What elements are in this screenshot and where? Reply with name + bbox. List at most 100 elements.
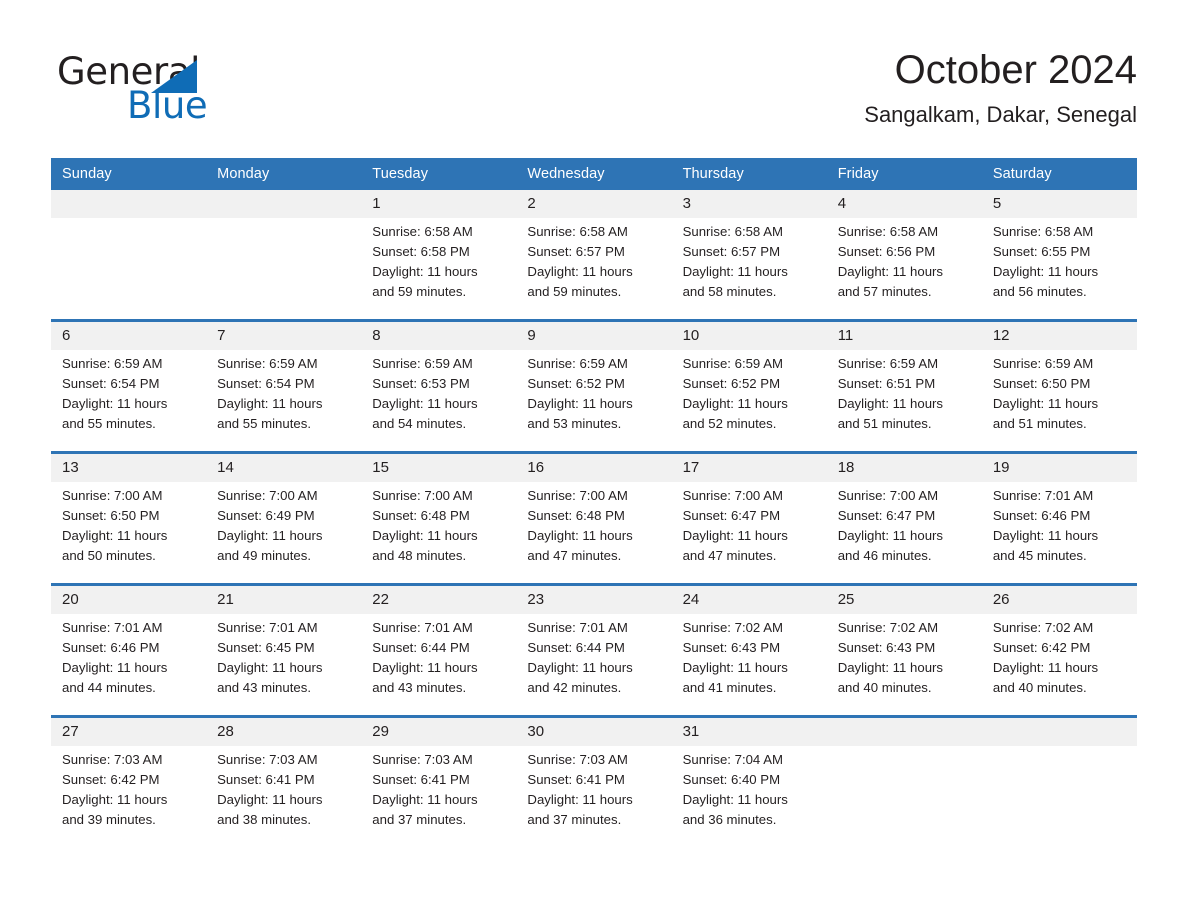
- sunset-text: Sunset: 6:58 PM: [372, 244, 470, 260]
- sunrise-text: Sunrise: 7:03 AM: [527, 752, 628, 767]
- day-number[interactable]: 30: [516, 718, 672, 746]
- daylight-text-line1: Daylight: 11 hours: [372, 792, 478, 808]
- day-cell[interactable]: Sunrise: 7:00 AM Sunset: 6:50 PM Dayligh…: [51, 482, 207, 583]
- day-cell[interactable]: Sunrise: 6:58 AM Sunset: 6:57 PM Dayligh…: [671, 218, 827, 319]
- day-cell[interactable]: Sunrise: 7:03 AM Sunset: 6:42 PM Dayligh…: [51, 746, 207, 847]
- day-cell[interactable]: Sunrise: 7:03 AM Sunset: 6:41 PM Dayligh…: [206, 746, 362, 847]
- day-number[interactable]: 29: [361, 718, 517, 746]
- day-number[interactable]: 17: [671, 454, 827, 482]
- weekday-header-row: Sunday Monday Tuesday Wednesday Thursday…: [51, 158, 1137, 190]
- day-cell[interactable]: Sunrise: 7:00 AM Sunset: 6:47 PM Dayligh…: [826, 482, 982, 583]
- day-number[interactable]: 16: [516, 454, 672, 482]
- day-number[interactable]: 21: [206, 586, 362, 614]
- day-number[interactable]: 6: [51, 322, 207, 350]
- daylight-text-line2: and 45 minutes.: [992, 548, 1087, 564]
- day-cell[interactable]: Sunrise: 7:02 AM Sunset: 6:43 PM Dayligh…: [671, 614, 827, 715]
- day-cell[interactable]: Sunrise: 7:02 AM Sunset: 6:43 PM Dayligh…: [826, 614, 982, 715]
- sunset-text: Sunset: 6:48 PM: [372, 508, 470, 524]
- daylight-text-line1: Daylight: 11 hours: [372, 396, 478, 412]
- day-number[interactable]: 5: [981, 190, 1137, 218]
- day-number[interactable]: 20: [51, 586, 207, 614]
- day-number[interactable]: 22: [361, 586, 517, 614]
- day-cell[interactable]: Sunrise: 6:59 AM Sunset: 6:54 PM Dayligh…: [51, 350, 207, 451]
- daylight-text-line1: Daylight: 11 hours: [372, 528, 478, 544]
- day-number[interactable]: 2: [516, 190, 672, 218]
- day-number[interactable]: 12: [981, 322, 1137, 350]
- day-cell[interactable]: Sunrise: 7:00 AM Sunset: 6:49 PM Dayligh…: [206, 482, 362, 583]
- day-cell[interactable]: Sunrise: 7:03 AM Sunset: 6:41 PM Dayligh…: [361, 746, 517, 847]
- sunset-text: Sunset: 6:48 PM: [527, 508, 625, 524]
- day-number[interactable]: [51, 190, 207, 218]
- sunrise-text: Sunrise: 6:58 AM: [682, 224, 783, 239]
- day-cell[interactable]: Sunrise: 6:58 AM Sunset: 6:55 PM Dayligh…: [981, 218, 1137, 319]
- day-cell[interactable]: Sunrise: 7:00 AM Sunset: 6:47 PM Dayligh…: [671, 482, 827, 583]
- day-cell[interactable]: Sunrise: 6:59 AM Sunset: 6:54 PM Dayligh…: [206, 350, 362, 451]
- day-cell[interactable]: Sunrise: 6:59 AM Sunset: 6:53 PM Dayligh…: [361, 350, 517, 451]
- day-number[interactable]: 8: [361, 322, 517, 350]
- day-number[interactable]: [206, 190, 362, 218]
- daylight-text-line2: and 56 minutes.: [992, 284, 1087, 300]
- day-number[interactable]: 9: [516, 322, 672, 350]
- day-number[interactable]: 18: [826, 454, 982, 482]
- day-number[interactable]: [826, 718, 982, 746]
- day-number[interactable]: 28: [206, 718, 362, 746]
- day-cell[interactable]: Sunrise: 7:00 AM Sunset: 6:48 PM Dayligh…: [361, 482, 517, 583]
- sunset-text: Sunset: 6:55 PM: [992, 244, 1091, 260]
- day-cell[interactable]: Sunrise: 7:01 AM Sunset: 6:45 PM Dayligh…: [206, 614, 362, 715]
- day-cell[interactable]: Sunrise: 6:58 AM Sunset: 6:57 PM Dayligh…: [516, 218, 672, 319]
- day-cell[interactable]: Sunrise: 7:04 AM Sunset: 6:40 PM Dayligh…: [671, 746, 827, 847]
- day-cell[interactable]: Sunrise: 7:01 AM Sunset: 6:44 PM Dayligh…: [361, 614, 517, 715]
- day-number[interactable]: 15: [361, 454, 517, 482]
- sunset-text: Sunset: 6:49 PM: [217, 508, 315, 524]
- daylight-text-line1: Daylight: 11 hours: [217, 396, 323, 412]
- day-number[interactable]: 25: [826, 586, 982, 614]
- day-cell[interactable]: [206, 218, 362, 319]
- day-number[interactable]: 14: [206, 454, 362, 482]
- day-cell[interactable]: Sunrise: 7:03 AM Sunset: 6:41 PM Dayligh…: [516, 746, 672, 847]
- sunrise-text: Sunrise: 6:59 AM: [217, 356, 318, 371]
- sunrise-text: Sunrise: 6:58 AM: [837, 224, 939, 239]
- day-number[interactable]: 1: [361, 190, 517, 218]
- day-cell[interactable]: Sunrise: 7:02 AM Sunset: 6:42 PM Dayligh…: [981, 614, 1137, 715]
- day-cell[interactable]: Sunrise: 6:59 AM Sunset: 6:50 PM Dayligh…: [981, 350, 1137, 451]
- day-number[interactable]: 31: [671, 718, 827, 746]
- day-number[interactable]: 4: [826, 190, 982, 218]
- daylight-text-line1: Daylight: 11 hours: [372, 660, 478, 676]
- day-cell[interactable]: Sunrise: 6:58 AM Sunset: 6:56 PM Dayligh…: [826, 218, 982, 319]
- sunrise-text: Sunrise: 7:02 AM: [992, 620, 1094, 635]
- day-number[interactable]: 24: [671, 586, 827, 614]
- day-number[interactable]: 13: [51, 454, 207, 482]
- day-number[interactable]: 10: [671, 322, 827, 350]
- sunset-text: Sunset: 6:52 PM: [527, 376, 625, 392]
- day-cell[interactable]: Sunrise: 6:59 AM Sunset: 6:52 PM Dayligh…: [516, 350, 672, 451]
- day-cell[interactable]: [826, 746, 982, 847]
- day-number[interactable]: 3: [671, 190, 827, 218]
- day-cell[interactable]: [981, 746, 1137, 847]
- daylight-text-line2: and 46 minutes.: [837, 548, 932, 564]
- day-cell[interactable]: Sunrise: 7:00 AM Sunset: 6:48 PM Dayligh…: [516, 482, 672, 583]
- sunset-text: Sunset: 6:45 PM: [217, 640, 315, 656]
- daylight-text-line2: and 47 minutes.: [682, 548, 777, 564]
- day-cell[interactable]: Sunrise: 7:01 AM Sunset: 6:44 PM Dayligh…: [516, 614, 672, 715]
- day-cell[interactable]: Sunrise: 7:01 AM Sunset: 6:46 PM Dayligh…: [51, 614, 207, 715]
- day-cell[interactable]: [51, 218, 207, 319]
- day-number[interactable]: 11: [826, 322, 982, 350]
- sunrise-text: Sunrise: 7:04 AM: [682, 752, 783, 767]
- general-blue-logo[interactable]: General Blue: [57, 52, 377, 132]
- calendar-page: General Blue October 2024 Sangalkam, Dak…: [0, 0, 1188, 918]
- day-cell[interactable]: Sunrise: 7:01 AM Sunset: 6:46 PM Dayligh…: [981, 482, 1137, 583]
- logo-text-blue: Blue: [127, 84, 208, 127]
- day-number[interactable]: 7: [206, 322, 362, 350]
- day-number[interactable]: [981, 718, 1137, 746]
- day-number[interactable]: 26: [981, 586, 1137, 614]
- sunset-text: Sunset: 6:46 PM: [62, 640, 160, 656]
- sunset-text: Sunset: 6:46 PM: [992, 508, 1091, 524]
- daylight-text-line1: Daylight: 11 hours: [372, 264, 478, 280]
- day-cell[interactable]: Sunrise: 6:59 AM Sunset: 6:52 PM Dayligh…: [671, 350, 827, 451]
- daylight-text-line1: Daylight: 11 hours: [992, 528, 1099, 544]
- day-number[interactable]: 23: [516, 586, 672, 614]
- day-number[interactable]: 19: [981, 454, 1137, 482]
- day-number[interactable]: 27: [51, 718, 207, 746]
- day-cell[interactable]: Sunrise: 6:59 AM Sunset: 6:51 PM Dayligh…: [826, 350, 982, 451]
- day-cell[interactable]: Sunrise: 6:58 AM Sunset: 6:58 PM Dayligh…: [361, 218, 517, 319]
